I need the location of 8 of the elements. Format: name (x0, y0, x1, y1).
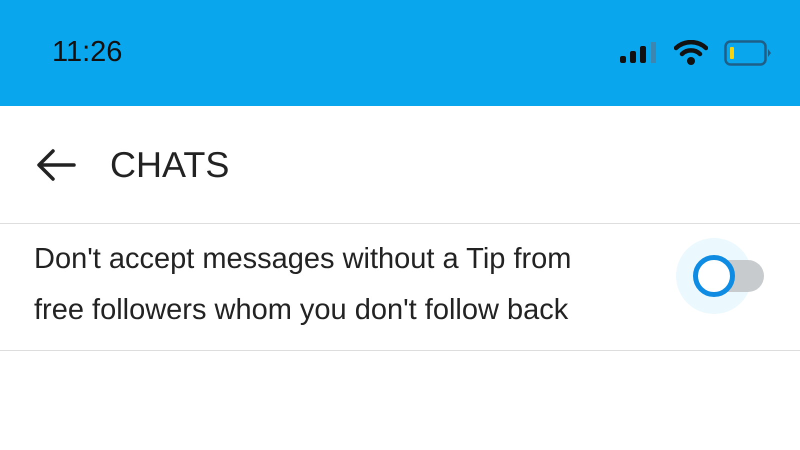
toggle-switch[interactable] (676, 236, 764, 316)
back-button[interactable] (36, 148, 76, 182)
page-title: CHATS (110, 142, 230, 186)
setting-label: Don't accept messages without a Tip from free followers whom you don't follow back (34, 242, 572, 328)
wifi-icon (674, 40, 708, 66)
signal-icon (620, 42, 658, 64)
status-time: 11:26 (52, 35, 122, 70)
battery-icon (724, 40, 772, 66)
